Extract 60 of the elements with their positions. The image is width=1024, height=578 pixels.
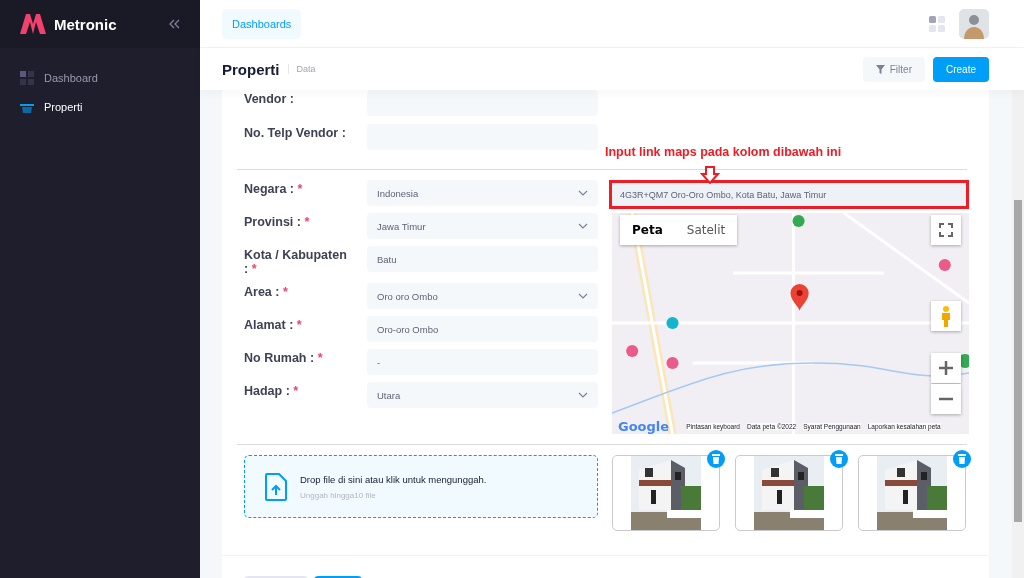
sidebar-item[interactable]: Properti <box>0 94 200 120</box>
delete-button[interactable] <box>830 450 848 468</box>
sidebar-item-label: Dashboard <box>44 72 98 84</box>
zoom-out-button[interactable] <box>931 384 961 414</box>
fullscreen-button[interactable] <box>931 215 961 245</box>
page-title: Properti <box>222 60 280 78</box>
map-type-tab[interactable]: Satelit <box>674 215 738 245</box>
text-field[interactable]: Batu <box>367 246 598 272</box>
page-subtitle: Data <box>287 64 316 74</box>
street-view-button[interactable] <box>931 301 961 331</box>
collapse-icon[interactable] <box>168 19 180 29</box>
trash-icon <box>712 454 720 464</box>
basket-icon <box>20 101 34 113</box>
sidebar-item[interactable]: Dashboard <box>0 64 200 92</box>
avatar[interactable] <box>959 8 989 39</box>
chevron-down-icon <box>578 223 588 229</box>
down-arrow-icon <box>700 166 720 184</box>
select-field[interactable]: Utara <box>367 382 598 408</box>
field-label: Negara : * <box>244 181 304 196</box>
file-upload-icon <box>265 472 287 501</box>
select-field[interactable]: Indonesia <box>367 180 598 206</box>
file-drop-zone[interactable]: Drop file di sini atau klik untuk mengunggah. Unggah hingga10 file <box>244 455 598 518</box>
plus-icon <box>939 361 953 375</box>
chevron-down-icon <box>578 293 588 299</box>
field-label: Alamat : * <box>244 317 303 332</box>
text-field[interactable]: Oro-oro Ombo <box>367 316 598 342</box>
fullscreen-icon <box>939 223 953 237</box>
delete-button[interactable] <box>707 450 725 468</box>
minus-icon <box>939 397 953 401</box>
delete-button[interactable] <box>953 450 971 468</box>
map-link-field[interactable]: 4G3R+QM7 Oro-Oro Ombo, Kota Batu, Jawa Timur <box>609 180 969 209</box>
select-field[interactable]: Oro oro Ombo <box>367 283 598 309</box>
map-type-tab[interactable]: Peta <box>620 215 675 245</box>
field-label: Area : * <box>244 284 289 299</box>
field-label: Kota / Kabupaten : * <box>244 247 348 276</box>
field-label: Provinsi : * <box>244 214 311 229</box>
trash-icon <box>958 454 966 464</box>
annotation-text: Input link maps pada kolom dibawah ini <box>605 145 842 159</box>
zoom-in-button[interactable] <box>931 353 961 383</box>
field-label: No Rumah : * <box>244 350 324 365</box>
logo-icon <box>20 14 46 34</box>
person-icon <box>940 305 952 327</box>
select-field[interactable]: Jawa Timur <box>367 213 598 239</box>
brand-name: Metronic <box>54 15 118 33</box>
chevron-down-icon <box>578 190 588 196</box>
chevron-down-icon <box>578 392 588 398</box>
field-label: Vendor : <box>244 91 295 106</box>
field-label: Hadap : * <box>244 383 300 398</box>
filter-icon <box>875 64 885 74</box>
apps-icon[interactable] <box>929 15 945 32</box>
scrollbar-thumb[interactable] <box>1014 200 1022 522</box>
text-field[interactable]: - <box>367 349 598 375</box>
map-logo: Google <box>618 418 670 434</box>
drop-title: Drop file di sini atau klik untuk mengunggah. <box>300 473 487 485</box>
trash-icon <box>835 454 843 464</box>
sidebar-item-label: Properti <box>44 101 83 113</box>
grid-icon <box>20 71 34 85</box>
filter-button[interactable]: Filter <box>862 56 925 82</box>
drop-hint: Unggah hingga10 file <box>300 490 377 500</box>
field-label: No. Telp Vendor : <box>244 125 347 140</box>
